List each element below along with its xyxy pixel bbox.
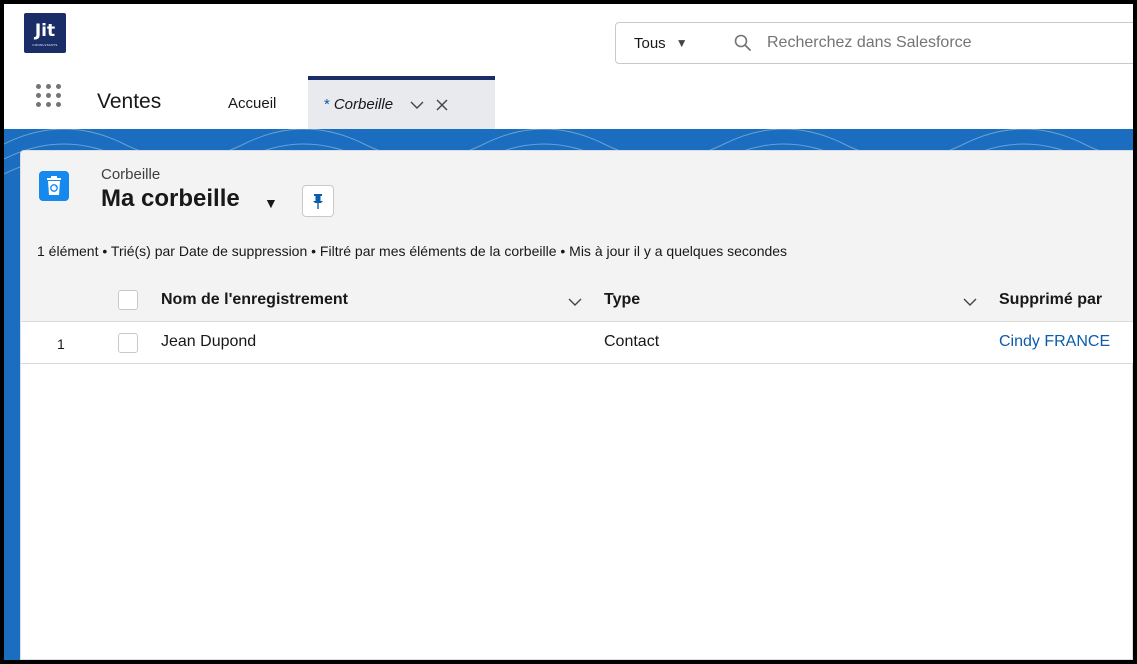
tab-corbeille-label: Corbeille xyxy=(333,96,394,113)
app-window: Jit CONSULTANTS Tous ▼ Ventes Accueil * … xyxy=(4,4,1133,660)
tab-accueil[interactable]: Accueil xyxy=(228,95,276,112)
search-scope-label: Tous xyxy=(634,34,666,52)
list-view-title[interactable]: Ma corbeille xyxy=(101,185,240,213)
select-all-checkbox[interactable] xyxy=(118,290,138,310)
list-view-header: Corbeille Ma corbeille ▼ 1 élément • Tri… xyxy=(21,151,1133,279)
table-row[interactable]: 1 Jean Dupond Contact Cindy FRANCE xyxy=(21,322,1133,364)
global-header: Jit CONSULTANTS Tous ▼ xyxy=(4,4,1133,76)
record-name: Jean Dupond xyxy=(161,333,257,350)
object-type-label: Corbeille xyxy=(101,166,161,183)
deleted-by-link[interactable]: Cindy FRANCE xyxy=(999,333,1110,351)
search-scope-dropdown[interactable]: Tous ▼ xyxy=(615,22,714,64)
record-type: Contact xyxy=(604,333,660,350)
chevron-down-icon[interactable] xyxy=(567,294,583,310)
table-header: Nom de l'enregistrement Type Supprimé pa… xyxy=(21,278,1133,322)
global-search[interactable] xyxy=(713,22,1133,64)
chevron-down-icon[interactable] xyxy=(962,294,978,310)
row-checkbox[interactable] xyxy=(118,333,138,353)
column-header-type[interactable]: Type xyxy=(604,291,640,309)
search-input[interactable] xyxy=(767,34,1097,52)
caret-down-icon: ▼ xyxy=(675,36,688,50)
app-launcher-icon[interactable] xyxy=(36,84,70,118)
pin-icon xyxy=(313,194,323,209)
logo-text: Jit xyxy=(34,21,56,41)
chevron-down-icon[interactable] xyxy=(409,97,425,113)
list-view-card: Corbeille Ma corbeille ▼ 1 élément • Tri… xyxy=(20,150,1133,660)
close-icon[interactable] xyxy=(435,98,449,112)
pin-button[interactable] xyxy=(302,185,334,217)
list-view-status: 1 élément • Trié(s) par Date de suppress… xyxy=(37,243,788,259)
row-number: 1 xyxy=(57,336,65,352)
unsaved-mark: * xyxy=(324,96,330,113)
column-header-deleted-by[interactable]: Supprimé par xyxy=(999,291,1102,309)
logo-subtext: CONSULTANTS xyxy=(32,43,58,47)
company-logo[interactable]: Jit CONSULTANTS xyxy=(24,13,66,53)
app-name: Ventes xyxy=(97,90,162,113)
recycle-bin-icon xyxy=(39,171,69,201)
search-icon xyxy=(733,33,753,53)
tab-corbeille[interactable]: * Corbeille xyxy=(308,76,495,129)
column-header-name[interactable]: Nom de l'enregistrement xyxy=(161,291,348,309)
caret-down-icon[interactable]: ▼ xyxy=(264,195,278,211)
